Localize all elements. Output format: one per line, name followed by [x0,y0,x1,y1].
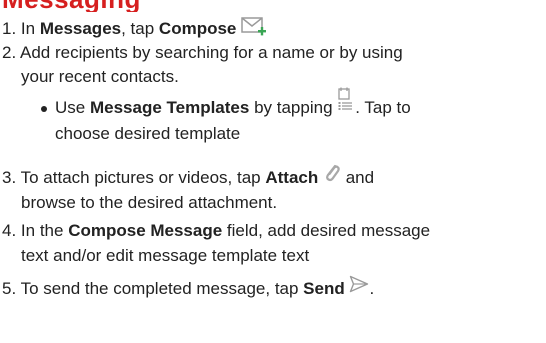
step-1: 1. In Messages, tap Compose [2,16,267,43]
step-3-line-1: 3. To attach pictures or videos, tap Att… [2,164,375,188]
step-2-number: 2. [2,43,17,62]
step-3-pre: To attach pictures or videos, tap [20,168,266,187]
step-4-post: field, add desired message [222,221,431,240]
step-3-line-2: browse to the desired attachment. [21,193,277,213]
bullet-post: . Tap to [355,98,411,117]
step-1-mid: , tap [121,18,159,38]
step-4-text-2: text and/or edit message template text [21,246,310,265]
page-heading: Messaging [0,0,546,12]
paperclip-icon [323,163,341,188]
bullet-mid: by tapping [249,98,338,117]
step-4-compose-message: Compose Message [68,221,223,240]
step-2-line-1: 2. Add recipients by searching for a nam… [2,43,403,63]
step-5-pre: To send the completed message, tap [20,279,304,298]
step-1-number: 1. [2,18,17,38]
step-2-line-2: your recent contacts. [21,67,179,87]
send-icon [349,275,369,298]
step-3-post: and [341,168,375,187]
step-4-line-1: 4. In the Compose Message field, add des… [2,221,430,241]
step-5-number: 5. [2,279,17,298]
step-1-messages: Messages [39,18,122,38]
templates-icon [337,87,355,116]
step-2-text-1: Add recipients by searching for a name o… [19,43,403,62]
step-4-number: 4. [2,221,17,240]
step-1-compose: Compose [158,18,237,38]
bullet-message-templates: Message Templates [89,98,250,117]
heading-text: Messaging [2,0,141,12]
bullet-dot [41,106,47,112]
bullet-line-1: Use Message Templates by tapping . Tap t… [55,87,411,118]
step-3-text-2: browse to the desired attachment. [21,193,278,212]
bullet-pre: Use [55,98,90,117]
step-3-number: 3. [2,168,17,187]
bullet-text-2: choose desired template [55,124,241,143]
step-5-post: . [369,279,375,298]
step-3-attach: Attach [265,168,319,187]
compose-icon [241,16,267,43]
step-2-text-2: your recent contacts. [21,67,179,86]
step-5: 5. To send the completed message, tap Se… [2,275,375,299]
step-1-pre: In [20,18,40,38]
bullet-line-2: choose desired template [55,124,240,144]
step-4-pre: In the [20,221,69,240]
step-4-line-2: text and/or edit message template text [21,246,309,266]
step-5-send: Send [303,279,345,298]
